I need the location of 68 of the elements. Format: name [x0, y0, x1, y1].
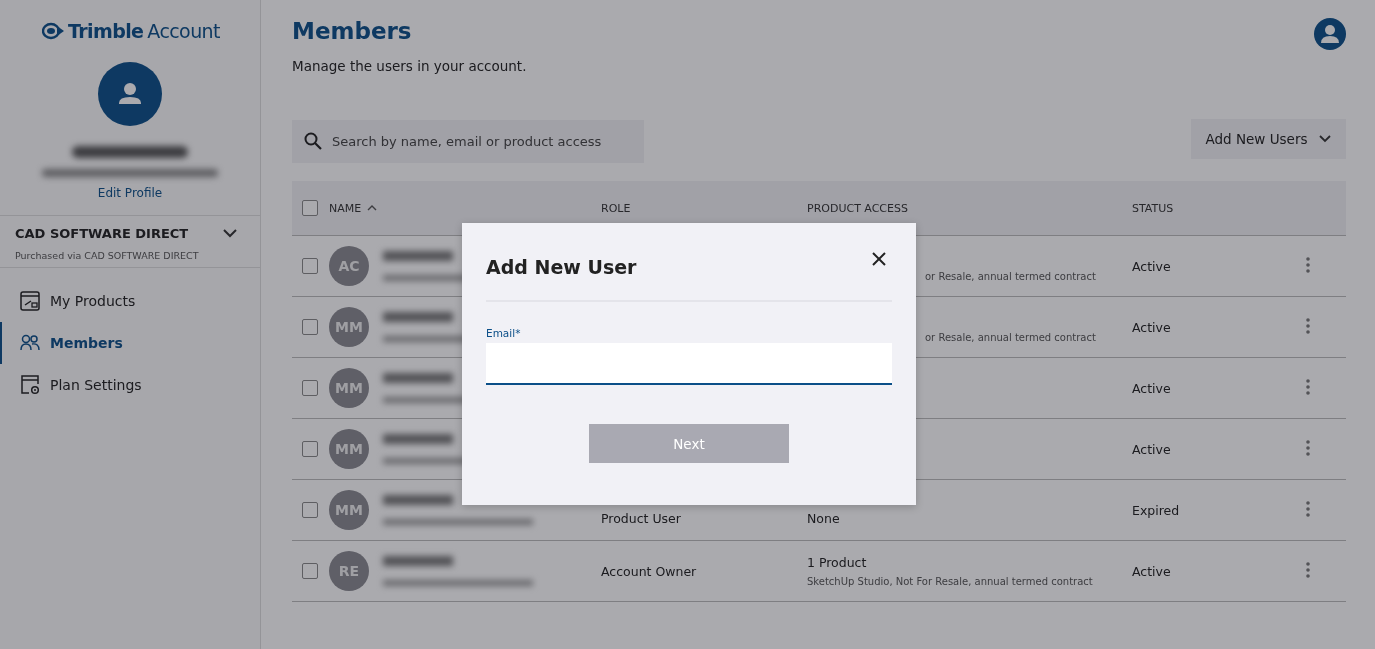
dialog-title: Add New User [486, 256, 637, 278]
product-detail-text: SketchUp Studio, Not For Resale, annual termed contract [807, 576, 1094, 587]
checkbox[interactable] [302, 502, 318, 518]
page-title: Members [292, 18, 413, 44]
status-text: Active [1132, 258, 1171, 274]
brand-suffix: Account [147, 20, 220, 42]
add-new-users-button[interactable]: Add New Users [1191, 119, 1346, 159]
blurred-name [383, 495, 453, 505]
checkbox[interactable] [302, 258, 318, 274]
initials-avatar: MM [329, 429, 369, 469]
nav-item[interactable]: Members [0, 322, 260, 364]
account-subtitle: Purchased via CAD SOFTWARE DIRECT [15, 250, 200, 261]
kebab-menu-icon[interactable] [1306, 561, 1310, 578]
status-text: Expired [1132, 502, 1180, 518]
role-text: Account Owner [601, 563, 697, 579]
kebab-menu-icon[interactable] [1306, 378, 1310, 395]
kebab-menu-icon[interactable] [1306, 500, 1310, 517]
product-access-text: 1 Product [807, 555, 868, 570]
edit-profile-link[interactable]: Edit Profile [97, 186, 163, 200]
column-header[interactable]: STATUS [1132, 201, 1174, 215]
page-subtitle: Manage the users in your account. [292, 58, 527, 74]
blurred-name [383, 251, 453, 261]
initials-avatar: RE [329, 551, 369, 591]
kebab-menu-icon[interactable] [1306, 317, 1310, 334]
email-field[interactable] [486, 343, 892, 385]
window-icon [20, 291, 40, 311]
blurred-name [383, 556, 453, 566]
brand-name: Trimble [68, 20, 144, 42]
product-detail-text: or Resale, annual termed contract [924, 331, 1097, 343]
checkbox[interactable] [302, 441, 318, 457]
close-icon[interactable] [872, 252, 886, 266]
search-field[interactable]: Search by name, email or product access [292, 120, 644, 163]
kebab-menu-icon[interactable] [1306, 439, 1310, 456]
checkbox[interactable] [302, 319, 318, 335]
settings-icon [20, 375, 40, 395]
blurred-name [383, 434, 453, 444]
field-label: Email* [486, 327, 522, 339]
nav-item[interactable]: My Products [0, 280, 260, 322]
people-icon [20, 334, 40, 352]
product-detail-text: or Resale, annual termed contract [924, 270, 1097, 282]
user-avatar-icon [98, 62, 162, 126]
status-text: Active [1132, 319, 1171, 335]
status-text: Active [1132, 441, 1171, 457]
search-icon [304, 132, 322, 150]
role-text: Product User [601, 510, 681, 526]
column-header[interactable]: PRODUCT ACCESS [807, 201, 908, 215]
column-header[interactable]: NAME [329, 201, 362, 215]
status-text: Active [1132, 380, 1171, 396]
product-access-text: None [807, 510, 841, 526]
account-avatar-icon[interactable] [1314, 18, 1346, 50]
chevron-down-icon[interactable] [223, 229, 237, 238]
checkbox[interactable] [302, 563, 318, 579]
column-header[interactable]: ROLE [601, 201, 631, 215]
checkbox[interactable] [302, 380, 318, 396]
blurred-name [383, 312, 453, 322]
initials-avatar: MM [329, 307, 369, 347]
logo-icon [42, 22, 64, 40]
sort-caret-icon [367, 205, 378, 211]
initials-avatar: MM [329, 368, 369, 408]
account-name: CAD SOFTWARE DIRECT [15, 226, 189, 241]
blurred-name [383, 373, 453, 383]
chevron-down-icon [1319, 135, 1332, 143]
checkbox[interactable] [302, 200, 318, 216]
kebab-menu-icon[interactable] [1306, 256, 1310, 273]
initials-avatar: MM [329, 490, 369, 530]
status-text: Active [1132, 563, 1171, 579]
initials-avatar: AC [329, 246, 369, 286]
nav-item[interactable]: Plan Settings [0, 364, 260, 406]
